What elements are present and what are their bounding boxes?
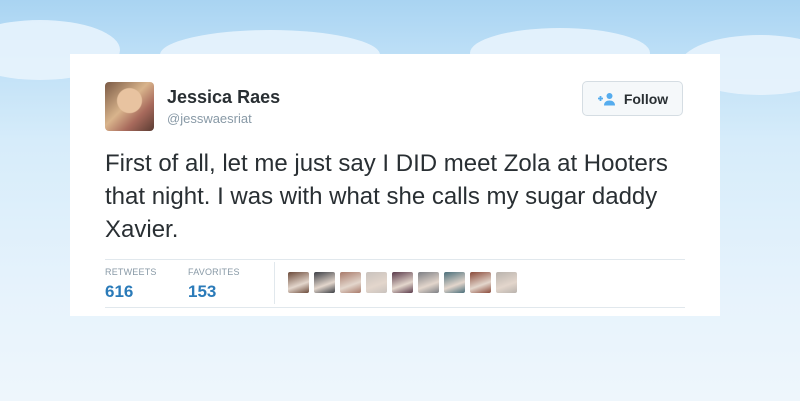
retweets-count[interactable]: 616: [105, 282, 133, 302]
user-name[interactable]: Jessica Raes: [167, 87, 280, 108]
divider: [105, 307, 685, 308]
favorites-count[interactable]: 153: [188, 282, 216, 302]
follow-label: Follow: [623, 90, 669, 107]
favoriter-avatar[interactable]: [366, 272, 387, 293]
favoriter-avatar[interactable]: [314, 272, 335, 293]
favoriter-avatar[interactable]: [340, 272, 361, 293]
favoriter-avatar[interactable]: [444, 272, 465, 293]
tweet-card: Jessica Raes @jesswaesriat Follow First …: [70, 54, 720, 316]
favorites-label: FAVORITES: [188, 267, 240, 277]
favoriter-avatar[interactable]: [392, 272, 413, 293]
tweet-text: First of all, let me just say I DID meet…: [105, 150, 668, 243]
retweets-label: RETWEETS: [105, 267, 157, 277]
divider: [105, 259, 685, 260]
favoriter-avatar[interactable]: [496, 272, 517, 293]
user-handle[interactable]: @jesswaesriat: [167, 111, 252, 126]
add-person-icon: [597, 92, 617, 106]
favoriter-avatar[interactable]: [288, 272, 309, 293]
divider: [274, 262, 275, 304]
favoriter-avatar[interactable]: [418, 272, 439, 293]
favoriters-list: [288, 272, 522, 293]
favoriter-avatar[interactable]: [470, 272, 491, 293]
avatar[interactable]: [105, 82, 154, 131]
follow-button[interactable]: Follow: [582, 81, 683, 116]
